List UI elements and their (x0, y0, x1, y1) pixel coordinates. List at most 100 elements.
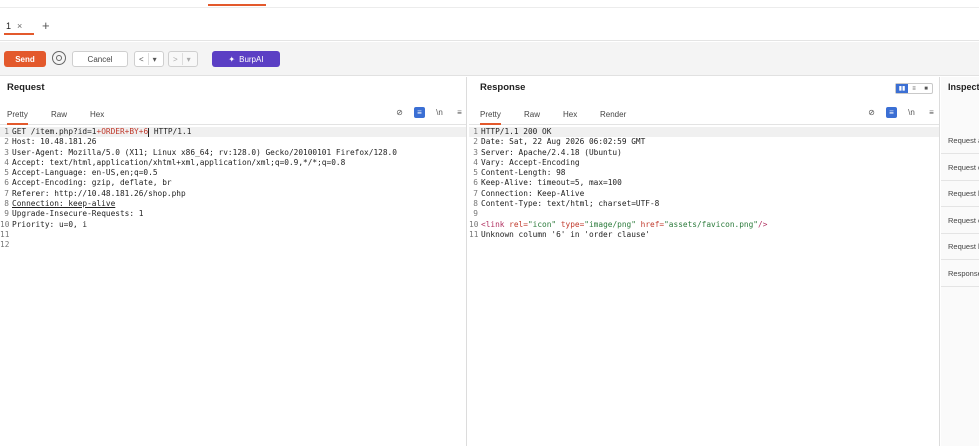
line-text: Unknown column '6' in 'order clause' (481, 229, 650, 239)
line-text: Server: Apache/2.4.18 (Ubuntu) (481, 147, 622, 157)
line-text: Accept-Language: en-US,en;q=0.5 (12, 168, 158, 178)
html-attr: href= (635, 219, 665, 229)
line-text: Upgrade-Insecure-Requests: 1 (12, 209, 144, 219)
line-text: Connection: Keep-Alive (481, 188, 585, 198)
chevron-down-icon[interactable]: ▾ (183, 55, 195, 64)
tab-pretty[interactable]: Pretty (7, 110, 28, 125)
html-attr: type= (556, 219, 585, 229)
tab-render[interactable]: Render (600, 110, 626, 123)
line-number: 1 (473, 127, 478, 136)
close-icon[interactable]: × (17, 21, 22, 31)
code-line: 12 (0, 240, 466, 250)
line-text: Content-Type: text/html; charset=UTF-8 (481, 199, 660, 209)
menu-icon[interactable]: ≡ (926, 107, 937, 118)
line-text: Host: 10.48.181.26 (12, 137, 97, 147)
line-text: Date: Sat, 22 Aug 2026 06:02:59 GMT (481, 137, 646, 147)
line-number: 10 (0, 219, 10, 229)
html-attr: rel= (509, 219, 528, 229)
line-number: 10 (469, 219, 479, 229)
request-title: Request (7, 82, 45, 93)
line-number: 2 (473, 137, 478, 147)
code-line: 6 Accept-Encoding: gzip, deflate, br (0, 178, 466, 188)
history-back-button[interactable]: < ▾ (134, 51, 164, 67)
tab-pretty[interactable]: Pretty (480, 110, 501, 125)
newline-icon[interactable]: \n (906, 107, 917, 118)
cancel-button[interactable]: Cancel (72, 51, 128, 67)
active-tool-indicator (208, 4, 266, 6)
line-text: Accept: text/html,application/xhtml+xml,… (12, 157, 346, 167)
line-number: 6 (473, 178, 478, 188)
request-panel: Request Pretty Raw Hex ⊘ ≡ \n ≡ 1 GET /it… (0, 77, 467, 446)
code-line: 8 Content-Type: text/html; charset=UTF-8 (469, 199, 939, 209)
line-number: 1 (4, 127, 9, 136)
code-line: 5 Accept-Language: en-US,en;q=0.5 (0, 168, 466, 178)
inspector-section[interactable]: Request body parameters (941, 181, 979, 207)
injected-param: +ORDER+BY+6 (96, 127, 149, 136)
response-editor[interactable]: 1 HTTP/1.1 200 OK 2 Date: Sat, 22 Aug 2026 … (469, 127, 939, 240)
line-text: Keep-Alive: timeout=5, max=100 (481, 178, 622, 188)
history-forward-button[interactable]: > ▾ (168, 51, 198, 67)
top-strip (0, 0, 979, 8)
code-line: 8 Connection: keep-alive (0, 199, 466, 209)
request-toolbar: Send Cancel < ▾ > ▾ ✦ BurpAI (0, 42, 979, 76)
html-value: "image/png" (584, 219, 636, 229)
response-panel: Response ▮▮ ≡ ■ Pretty Raw Hex Render ⊘ … (469, 77, 940, 446)
inspector-title: Inspector (948, 82, 979, 92)
inspector-section[interactable]: Request cookies (941, 208, 979, 234)
code-line: 9 (469, 209, 939, 219)
inspector-section[interactable]: Request headers (941, 234, 979, 260)
line-number: 3 (473, 147, 478, 157)
repeater-tab-1[interactable]: 1 × (4, 18, 34, 35)
code-line: 5 Content-Length: 98 (469, 168, 939, 178)
line-number: 7 (473, 188, 478, 198)
line-number: 11 (0, 229, 10, 239)
wrap-icon[interactable]: ≡ (414, 107, 425, 118)
line-number: 6 (4, 178, 9, 188)
code-line: 10 <link rel="icon" type="image/png" href… (469, 220, 939, 230)
code-line: 2 Host: 10.48.181.26 (0, 137, 466, 147)
menu-icon[interactable]: ≡ (454, 107, 465, 118)
layout-single-icon[interactable]: ■ (920, 84, 932, 93)
line-number: 8 (473, 199, 478, 209)
html-tag: <link (481, 219, 510, 229)
chevron-down-icon[interactable]: ▾ (149, 55, 161, 64)
tab-raw[interactable]: Raw (524, 110, 540, 123)
line-text: Connection: keep-alive (12, 199, 116, 209)
line-number: 2 (4, 137, 9, 147)
tab-raw[interactable]: Raw (51, 110, 67, 123)
html-value: "assets/favicon.png" (664, 219, 758, 229)
line-number: 7 (4, 188, 9, 198)
code-line: 1 HTTP/1.1 200 OK (469, 127, 939, 138)
layout-split-icon[interactable]: ▮▮ (896, 84, 908, 93)
newline-icon[interactable]: \n (434, 107, 445, 118)
response-editor-tools: ⊘ ≡ \n ≡ (866, 107, 937, 118)
response-title: Response (480, 82, 526, 93)
line-number: 5 (473, 168, 478, 178)
request-editor[interactable]: 1 GET /item.php?id=1+ORDER+BY+6 HTTP/1.1 2… (0, 127, 466, 251)
code-line: 7 Referer: http://10.48.181.26/shop.php (0, 189, 466, 199)
line-number: 4 (473, 157, 478, 167)
layout-rows-icon[interactable]: ≡ (908, 84, 920, 93)
repeater-tabs-bar: 1 × + (0, 9, 979, 41)
line-text: HTTP/1.1 200 OK (481, 127, 552, 136)
hide-icon[interactable]: ⊘ (866, 107, 877, 118)
burpai-button[interactable]: ✦ BurpAI (212, 51, 280, 67)
tab-hex[interactable]: Hex (563, 110, 577, 123)
inspector-section[interactable]: Request attributes (941, 128, 979, 154)
layout-toggles: ▮▮ ≡ ■ (895, 83, 933, 94)
inspector-section[interactable]: Response headers (941, 261, 979, 287)
gear-icon[interactable] (52, 51, 66, 65)
add-tab-icon[interactable]: + (42, 18, 50, 33)
line-number: 11 (469, 229, 479, 239)
line-number: 3 (4, 147, 9, 157)
hide-icon[interactable]: ⊘ (394, 107, 405, 118)
wrap-icon[interactable]: ≡ (886, 107, 897, 118)
code-line: 10 Priority: u=0, i (0, 220, 466, 230)
line-text: Content-Length: 98 (481, 168, 566, 178)
code-line: 1 GET /item.php?id=1+ORDER+BY+6 HTTP/1.1 (0, 127, 466, 138)
chevron-right-icon: > (173, 54, 178, 64)
line-number: 12 (0, 240, 10, 250)
inspector-section[interactable]: Request query parameters (941, 155, 979, 181)
send-button[interactable]: Send (4, 51, 46, 67)
tab-hex[interactable]: Hex (90, 110, 104, 123)
